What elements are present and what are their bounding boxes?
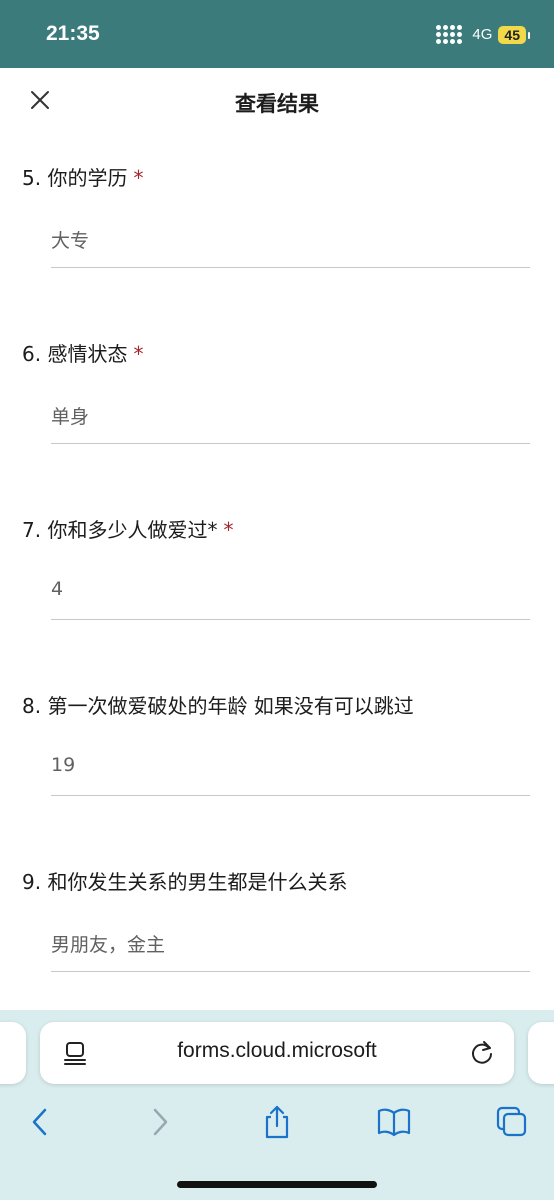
back-button[interactable] [18, 1100, 62, 1144]
share-button[interactable] [255, 1100, 299, 1144]
cellular-signal-icon [436, 25, 463, 44]
question-text: 第一次做爱破处的年龄 如果没有可以跳过 [47, 694, 414, 718]
battery-icon: 45 [498, 25, 530, 44]
tabs-button[interactable] [490, 1100, 534, 1144]
home-indicator [177, 1181, 377, 1188]
address-bar[interactable]: forms.cloud.microsoft [40, 1022, 514, 1084]
forward-button[interactable] [138, 1100, 182, 1144]
bookmarks-button[interactable] [372, 1100, 416, 1144]
question-text: 你和多少人做爱过* [47, 518, 218, 542]
required-mark: * [133, 342, 144, 366]
question-label: 7. 你和多少人做爱过* * [22, 514, 233, 543]
next-tab-preview[interactable] [528, 1022, 554, 1084]
url-text[interactable]: forms.cloud.microsoft [40, 1039, 514, 1063]
chevron-left-icon [32, 1108, 47, 1136]
network-type: 4G [472, 26, 493, 43]
question-label: 9. 和你发生关系的男生都是什么关系 [22, 866, 353, 895]
question-text: 感情状态 [47, 342, 128, 366]
browser-toolbar: forms.cloud.microsoft [0, 1010, 554, 1200]
question-text: 你的学历 [47, 166, 128, 190]
share-icon [265, 1105, 289, 1139]
page-title: 查看结果 [235, 92, 319, 116]
question-label: 5. 你的学历 * [22, 162, 143, 191]
status-time: 21:35 [46, 22, 100, 45]
answer-field: 大专 [51, 214, 530, 268]
question-number: 6. [22, 342, 42, 366]
status-indicators: 4G 45 [436, 25, 530, 44]
question-number: 7. [22, 518, 42, 542]
question-number: 8. [22, 694, 42, 718]
question-number: 9. [22, 870, 42, 894]
status-bar: 21:35 4G 45 [0, 0, 554, 68]
required-mark: * [223, 518, 234, 542]
question-number: 5. [22, 166, 42, 190]
reload-icon[interactable] [468, 1039, 496, 1067]
chevron-right-icon [153, 1108, 168, 1136]
answer-field: 19 [51, 742, 530, 796]
question-label: 8. 第一次做爱破处的年龄 如果没有可以跳过 [22, 690, 420, 719]
answer-field: 男朋友，金主 [51, 918, 530, 972]
page-header: 查看结果 [0, 68, 554, 138]
previous-tab-preview[interactable] [0, 1022, 26, 1084]
required-mark: * [133, 166, 144, 190]
question-text: 和你发生关系的男生都是什么关系 [47, 870, 348, 894]
question-label: 6. 感情状态 * [22, 338, 143, 367]
answer-field: 4 [51, 566, 530, 620]
tabs-icon [496, 1106, 527, 1137]
book-icon [377, 1108, 411, 1137]
answer-field: 单身 [51, 390, 530, 444]
